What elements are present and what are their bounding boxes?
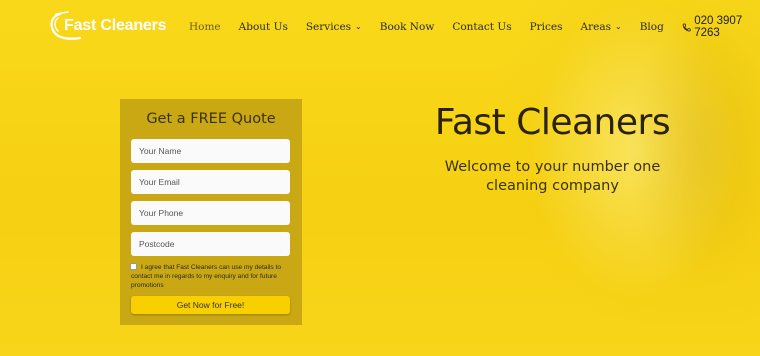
nav-item-label: Areas bbox=[580, 21, 611, 33]
site-logo[interactable]: Fast Cleaners bbox=[46, 10, 168, 42]
chevron-down-icon: ⌄ bbox=[355, 21, 362, 31]
nav-item-label: Services bbox=[305, 21, 352, 33]
email-field[interactable] bbox=[131, 170, 290, 194]
hero-title: Fast Cleaners bbox=[434, 102, 671, 143]
nav-item-areas[interactable]: Areas ⌄ bbox=[581, 21, 622, 33]
nav-item-home[interactable]: Home bbox=[189, 21, 221, 33]
nav-item-services[interactable]: Services ⌄ bbox=[306, 21, 362, 33]
phone-link[interactable]: 020 3907 7263 bbox=[682, 15, 760, 39]
nav-item-prices[interactable]: Prices bbox=[530, 21, 563, 33]
site-header: Fast Cleaners Home About Us Services ⌄ B… bbox=[0, 0, 760, 52]
logo-text: Fast Cleaners bbox=[64, 17, 167, 34]
chevron-down-icon: ⌄ bbox=[615, 21, 622, 31]
consent-text: I agree that Fast Cleaners can use my de… bbox=[131, 264, 282, 289]
nav-item-book-now[interactable]: Book Now bbox=[380, 21, 435, 33]
nav-item-label: Prices bbox=[529, 21, 563, 33]
nav-item-contact-us[interactable]: Contact Us bbox=[452, 21, 511, 33]
name-field[interactable] bbox=[131, 139, 290, 163]
nav-item-about-us[interactable]: About Us bbox=[239, 21, 288, 33]
nav-item-label: Book Now bbox=[379, 21, 435, 33]
phone-icon bbox=[682, 23, 691, 31]
get-quote-button[interactable]: Get Now for Free! bbox=[131, 296, 290, 314]
nav-item-label: Home bbox=[189, 21, 221, 33]
hero-subtitle: Welcome to your number one cleaning comp… bbox=[444, 159, 661, 194]
nav-item-blog[interactable]: Blog bbox=[640, 21, 664, 33]
phone-field[interactable] bbox=[131, 201, 290, 225]
quote-form-title: Get a FREE Quote bbox=[146, 111, 276, 127]
postcode-field[interactable] bbox=[131, 232, 290, 256]
nav-item-label: About Us bbox=[238, 21, 288, 33]
phone-number: 020 3907 7263 bbox=[694, 15, 743, 39]
nav-item-label: Contact Us bbox=[452, 21, 512, 33]
nav-item-label: Blog bbox=[639, 21, 664, 33]
main-nav: Home About Us Services ⌄ Book Now Contac… bbox=[189, 15, 760, 39]
